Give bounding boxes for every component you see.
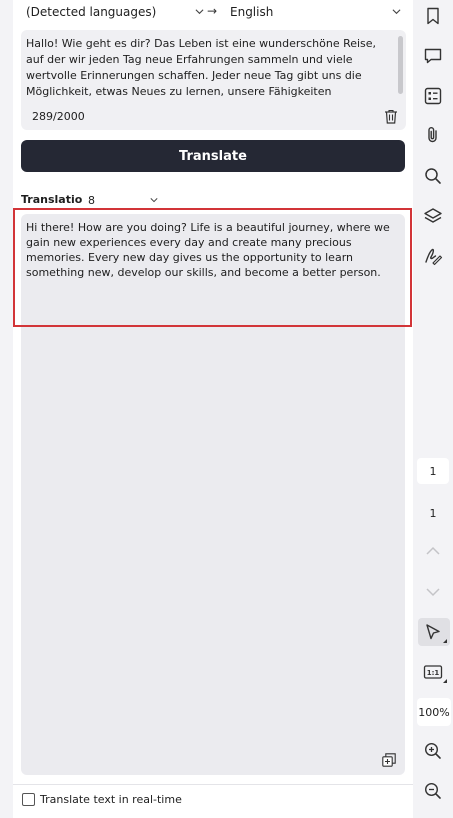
- current-page-input[interactable]: 1: [417, 458, 449, 484]
- source-language-select[interactable]: (Detected languages): [26, 0, 208, 24]
- right-toolbar: 1 1 1:1 100%: [413, 0, 453, 818]
- source-text-area[interactable]: Hallo! Wie geht es dir? Das Leben ist ei…: [21, 30, 406, 130]
- language-selector-row: (Detected languages) → English: [13, 0, 413, 24]
- footer-divider: [13, 784, 413, 785]
- copy-icon[interactable]: [382, 753, 396, 767]
- fit-menu-indicator: [443, 679, 447, 683]
- search-icon[interactable]: [423, 166, 443, 186]
- source-scrollbar[interactable]: [398, 36, 403, 94]
- translation-output-area[interactable]: Hi there! How are you doing? Life is a b…: [21, 214, 405, 775]
- realtime-checkbox[interactable]: [22, 793, 35, 806]
- chevron-down-icon[interactable]: [423, 582, 443, 602]
- bookmark-icon[interactable]: [423, 6, 443, 26]
- signature-icon[interactable]: [423, 246, 443, 266]
- source-text[interactable]: Hallo! Wie geht es dir? Das Leben ist ei…: [26, 36, 396, 103]
- form-icon[interactable]: [423, 86, 443, 106]
- zoom-out-icon[interactable]: [423, 781, 443, 801]
- translation-output-text: Hi there! How are you doing? Life is a b…: [26, 221, 390, 279]
- comment-icon[interactable]: [423, 46, 443, 66]
- translation-engine-select[interactable]: 8: [83, 190, 163, 210]
- cursor-icon: [426, 624, 440, 640]
- total-pages: 1: [429, 506, 437, 520]
- tool-menu-indicator: [443, 639, 447, 643]
- realtime-label: Translate text in real-time: [40, 793, 182, 806]
- trash-icon[interactable]: [384, 109, 398, 124]
- chevron-up-icon[interactable]: [423, 541, 443, 561]
- translation-label: Translation: [21, 193, 91, 206]
- actual-size-icon[interactable]: 1:1: [423, 662, 443, 682]
- chevron-down-icon: [195, 9, 204, 15]
- layers-icon[interactable]: [423, 206, 443, 226]
- character-count: 289/2000: [32, 110, 85, 123]
- source-language-label: (Detected languages): [26, 5, 157, 19]
- language-arrow: →: [207, 4, 218, 18]
- translate-button[interactable]: Translate: [21, 140, 405, 172]
- chevron-down-icon: [150, 198, 158, 203]
- translation-engine-value: 8: [88, 193, 95, 207]
- app-root: (Detected languages) → English Hallo! Wi…: [0, 0, 453, 818]
- zoom-level[interactable]: 100%: [417, 698, 451, 726]
- chevron-down-icon: [392, 9, 401, 15]
- target-language-label: English: [230, 5, 274, 19]
- svg-text:1:1: 1:1: [427, 669, 440, 677]
- target-language-select[interactable]: English: [230, 0, 405, 24]
- attachment-icon[interactable]: [423, 125, 443, 145]
- zoom-in-icon[interactable]: [423, 741, 443, 761]
- translate-panel: (Detected languages) → English Hallo! Wi…: [13, 0, 413, 818]
